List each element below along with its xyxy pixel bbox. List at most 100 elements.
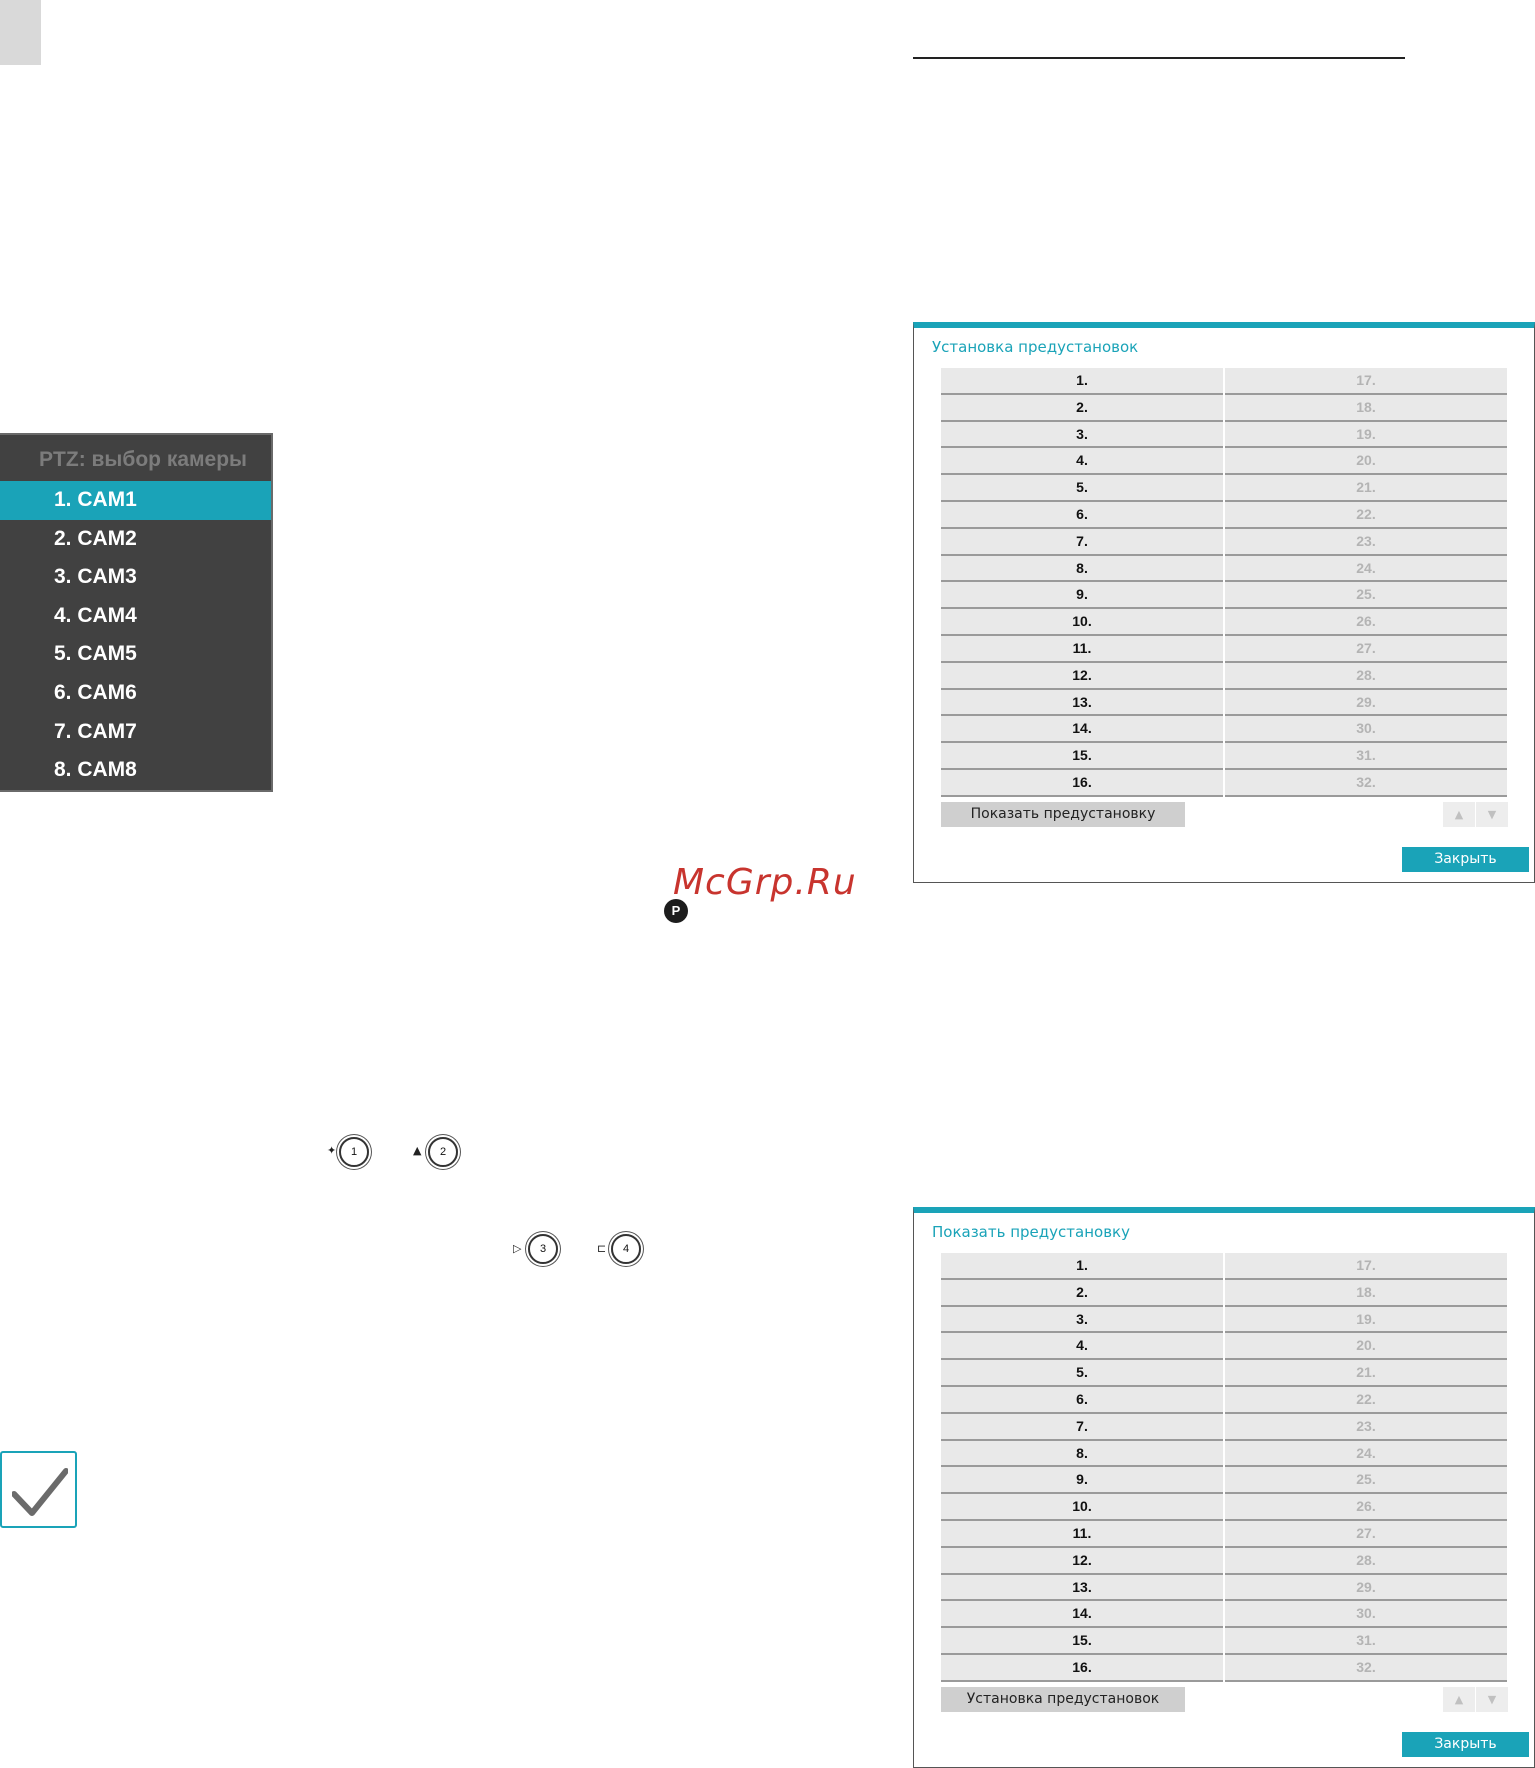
set-preset-button[interactable]: Установка предустановок [941,1687,1185,1712]
page-corner-tab [0,0,41,65]
preset-cell[interactable]: 6. [941,501,1223,529]
preset-setup-dialog: Установка предустановок 1. 17. 2. 18. 3. 19. 4… [913,322,1535,883]
preset-cell[interactable]: 29. [1225,1574,1507,1602]
preset-cell[interactable]: 23. [1225,1413,1507,1441]
ptz-menu-item-cam2[interactable]: 2. CAM2 [0,520,271,559]
ptz-menu-item-cam6[interactable]: 6. CAM6 [0,674,271,713]
preset-cell[interactable]: 8. [941,1440,1223,1468]
preset-cell[interactable]: 14. [941,1601,1223,1629]
preset-cell[interactable]: 25. [1225,1467,1507,1495]
preset-cell[interactable]: 12. [941,1547,1223,1575]
preset-cell[interactable]: 1. [941,368,1223,395]
preset-cell[interactable]: 15. [941,743,1223,770]
preset-cell[interactable]: 26. [1225,1494,1507,1521]
scroll-up-button[interactable]: ▲ [1443,1687,1475,1712]
preset-cell[interactable]: 19. [1225,1306,1507,1334]
preset-cell[interactable]: 13. [941,1574,1223,1602]
preset-cell[interactable]: 16. [941,1654,1223,1682]
preset-cell[interactable]: 10. [941,609,1223,636]
button-4-icon: 4 [611,1234,641,1264]
preset-cell[interactable]: 20. [1225,1333,1507,1361]
preset-cell[interactable]: 28. [1225,662,1507,690]
preset-cell[interactable]: 28. [1225,1547,1507,1575]
preset-cell[interactable]: 17. [1225,1253,1507,1280]
preset-cell[interactable]: 18. [1225,394,1507,422]
preset-cell[interactable]: 18. [1225,1279,1507,1307]
preset-cell[interactable]: 5. [941,475,1223,502]
scroll-down-button[interactable]: ▼ [1476,802,1508,827]
preset-cell[interactable]: 6. [941,1386,1223,1414]
preset-cell[interactable]: 16. [941,769,1223,797]
button-1-icon: 1 [339,1137,369,1167]
ptz-menu-item-cam7[interactable]: 7. CAM7 [0,713,271,752]
arrow-up-small-icon: ✦ [327,1144,337,1157]
preset-cell[interactable]: 14. [941,716,1223,744]
ptz-camera-menu: PTZ: выбор камеры 1. CAM1 2. CAM2 3. CAM… [0,433,273,792]
preset-cell[interactable]: 29. [1225,689,1507,717]
preset-cell[interactable]: 2. [941,394,1223,422]
ptz-menu-item-cam1[interactable]: 1. CAM1 [0,481,271,520]
preset-cell[interactable]: 9. [941,582,1223,610]
ptz-menu-title: PTZ: выбор камеры [39,448,247,471]
preset-cell[interactable]: 23. [1225,528,1507,556]
dialog-title: Показать предустановку [932,1223,1130,1241]
preset-cell[interactable]: 30. [1225,716,1507,744]
preset-cell[interactable]: 11. [941,1520,1223,1548]
preset-cell[interactable]: 26. [1225,609,1507,636]
preset-grid: 1. 17. 2. 18. 3. 19. 4. 20. 5. 21. 6. 22. 7. 23. 8. 24.… [941,1253,1507,1682]
button-2-icon: 2 [428,1137,458,1167]
dialog-title: Установка предустановок [932,338,1139,356]
preset-cell[interactable]: 24. [1225,1440,1507,1468]
preset-cell[interactable]: 32. [1225,1654,1507,1682]
close-button[interactable]: Закрыть [1402,1732,1529,1757]
preset-cell[interactable]: 24. [1225,555,1507,583]
preset-cell[interactable]: 9. [941,1467,1223,1495]
ptz-menu-item-cam8[interactable]: 8. CAM8 [0,751,271,790]
preset-cell[interactable]: 4. [941,1333,1223,1361]
preset-cell[interactable]: 8. [941,555,1223,583]
preset-cell[interactable]: 21. [1225,475,1507,502]
preset-cell[interactable]: 20. [1225,448,1507,476]
scroll-down-button[interactable]: ▼ [1476,1687,1508,1712]
preset-cell[interactable]: 3. [941,421,1223,449]
preset-grid: 1. 17. 2. 18. 3. 19. 4. 20. 5. 21. 6. 22. 7. 23. 8. 24.… [941,368,1507,797]
preset-cell[interactable]: 31. [1225,743,1507,770]
triangle-up-small-icon: ▲ [413,1144,422,1157]
preset-cell[interactable]: 7. [941,528,1223,556]
bracket-small-icon: ⊏ [597,1242,607,1255]
preset-cell[interactable]: 27. [1225,1520,1507,1548]
preset-cell[interactable]: 21. [1225,1360,1507,1387]
preset-cell[interactable]: 25. [1225,582,1507,610]
close-button[interactable]: Закрыть [1402,847,1529,872]
preset-cell[interactable]: 2. [941,1279,1223,1307]
preset-cell[interactable]: 1. [941,1253,1223,1280]
ptz-menu-item-cam5[interactable]: 5. CAM5 [0,635,271,674]
preset-view-dialog: Показать предустановку 1. 17. 2. 18. 3. 19. 4.… [913,1207,1535,1768]
arrow-down-icon: ▼ [1487,808,1497,821]
ptz-menu-item-cam4[interactable]: 4. CAM4 [0,597,271,636]
preset-cell[interactable]: 31. [1225,1628,1507,1655]
preset-cell[interactable]: 12. [941,662,1223,690]
preset-cell[interactable]: 5. [941,1360,1223,1387]
preset-cell[interactable]: 22. [1225,501,1507,529]
preset-key-icon: P [664,899,688,923]
preset-cell[interactable]: 19. [1225,421,1507,449]
preset-cell[interactable]: 11. [941,635,1223,663]
checkmark-icon [12,1468,68,1516]
preset-cell[interactable]: 27. [1225,635,1507,663]
preset-cell[interactable]: 4. [941,448,1223,476]
preset-cell[interactable]: 32. [1225,769,1507,797]
arrow-up-icon: ▲ [1454,1693,1464,1706]
show-preset-button[interactable]: Показать предустановку [941,802,1185,827]
preset-cell[interactable]: 10. [941,1494,1223,1521]
watermark: McGrp.Ru [673,862,857,903]
preset-cell[interactable]: 7. [941,1413,1223,1441]
preset-cell[interactable]: 22. [1225,1386,1507,1414]
scroll-up-button[interactable]: ▲ [1443,802,1475,827]
ptz-menu-item-cam3[interactable]: 3. CAM3 [0,558,271,597]
preset-cell[interactable]: 3. [941,1306,1223,1334]
preset-cell[interactable]: 30. [1225,1601,1507,1629]
preset-cell[interactable]: 13. [941,689,1223,717]
preset-cell[interactable]: 17. [1225,368,1507,395]
preset-cell[interactable]: 15. [941,1628,1223,1655]
